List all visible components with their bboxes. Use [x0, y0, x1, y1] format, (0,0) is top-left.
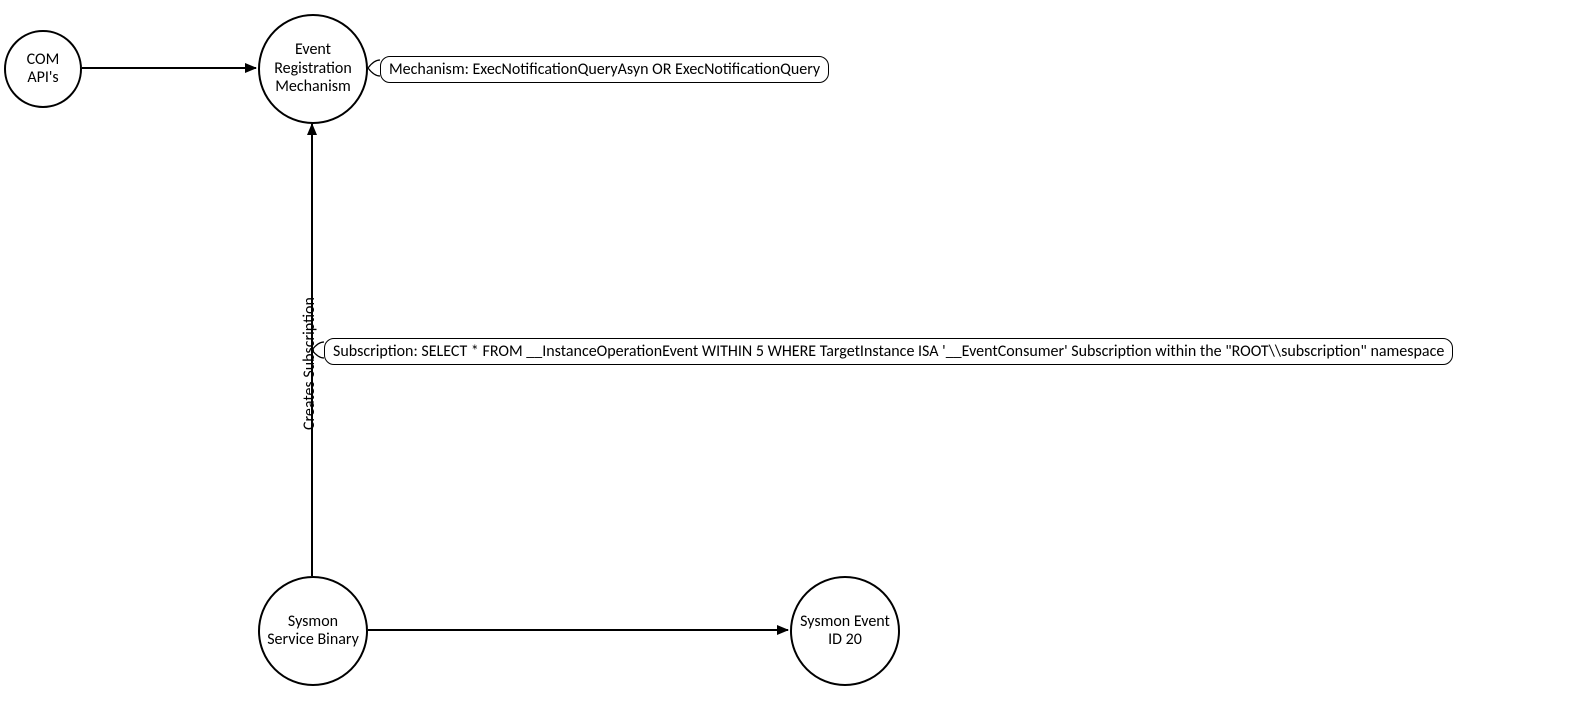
node-com-apis: COM API's [4, 30, 82, 108]
annotation-subscription: Subscription: SELECT * FROM __InstanceOp… [324, 338, 1453, 365]
diagram-canvas: COM API's Event Registration Mechanism S… [0, 0, 1584, 722]
node-sysmon-event-20-label: Sysmon Event ID 20 [792, 609, 898, 654]
node-sysmon-event-20: Sysmon Event ID 20 [790, 576, 900, 686]
node-event-registration: Event Registration Mechanism [258, 14, 368, 124]
node-event-registration-label: Event Registration Mechanism [260, 37, 366, 100]
edge-label-creates-subscription: Creates Subscription [300, 297, 319, 430]
node-sysmon-binary: Sysmon Service Binary [258, 576, 368, 686]
node-com-apis-label: COM API's [6, 47, 80, 92]
node-sysmon-binary-label: Sysmon Service Binary [260, 609, 366, 654]
annotation-mechanism: Mechanism: ExecNotificationQueryAsyn OR … [380, 56, 829, 83]
